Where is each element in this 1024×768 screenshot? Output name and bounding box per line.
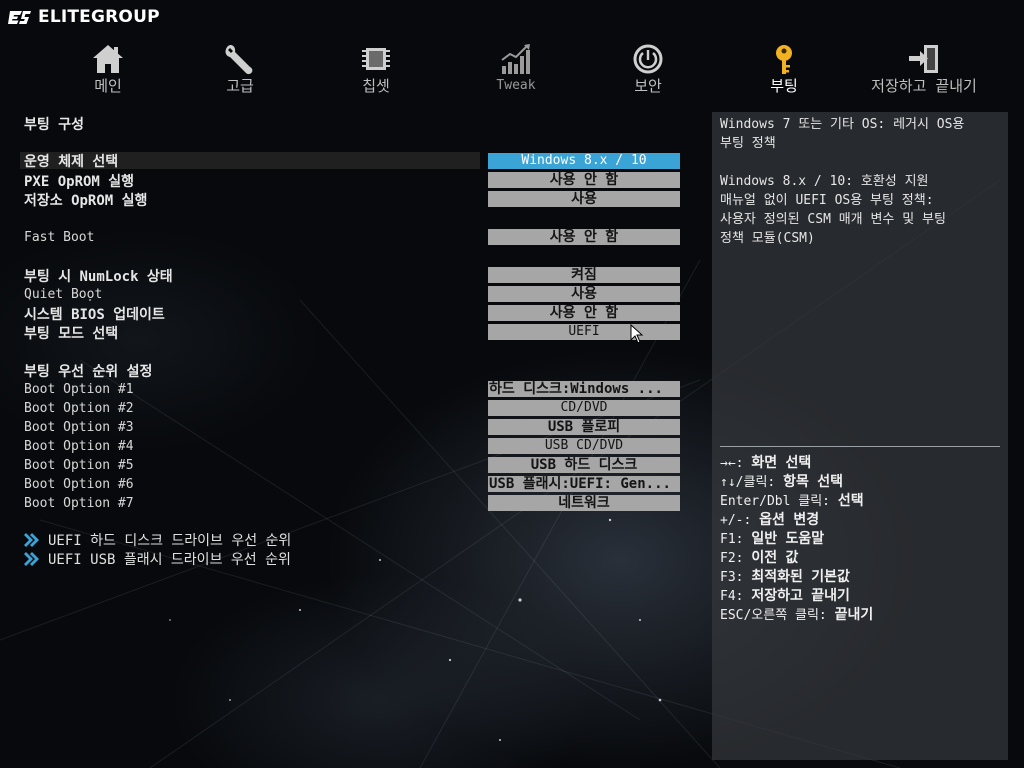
tab-chipset-label: 칩셋: [362, 77, 390, 95]
boot-option-5-label[interactable]: Boot Option #5: [24, 458, 134, 473]
boot-option-4-value[interactable]: USB CD/DVD: [488, 438, 680, 454]
key-legend-item: +/-: 옵션 변경: [720, 512, 820, 528]
top-nav: 메인 고급 칩셋 Tweak 보안 부팅 저장하고 끝내기: [0, 40, 1024, 100]
key-legend-item: F2: 이전 값: [720, 550, 799, 566]
quiet-boot-value[interactable]: 사용: [488, 286, 680, 302]
tab-chipset[interactable]: 칩셋: [316, 40, 436, 100]
tab-tweak-label: Tweak: [496, 78, 536, 93]
key-icon: [776, 45, 792, 74]
help-line: Windows 7 또는 기타 OS: 레거시 OS용: [720, 117, 965, 132]
bios-update-label[interactable]: 시스템 BIOS 업데이트: [24, 304, 165, 324]
tab-boot[interactable]: 부팅: [724, 40, 844, 100]
mouse-cursor-icon: [630, 324, 644, 344]
boot-option-1-label[interactable]: Boot Option #1: [24, 382, 134, 397]
boot-option-2-label[interactable]: Boot Option #2: [24, 401, 134, 416]
tab-save-exit-label: 저장하고 끝내기: [871, 77, 977, 95]
boot-mode-value[interactable]: UEFI: [488, 324, 680, 340]
power-lock-icon: [633, 44, 663, 74]
link-uefi-hdd-priority[interactable]: UEFI 하드 디스크 드라이브 우선 순위: [24, 531, 291, 549]
help-line: 정책 모듈(CSM): [720, 231, 815, 246]
boot-option-2-value[interactable]: CD/DVD: [488, 400, 680, 416]
boot-option-7-label[interactable]: Boot Option #7: [24, 496, 134, 511]
ecs-logo-mark-icon: [8, 11, 31, 24]
key-legend-item: F3: 최적화된 기본값: [720, 569, 850, 585]
link-uefi-hdd-priority-label: UEFI 하드 디스크 드라이브 우선 순위: [48, 533, 292, 549]
tab-security-label: 보안: [634, 77, 662, 95]
tab-save-exit[interactable]: 저장하고 끝내기: [864, 40, 984, 100]
tab-advanced-label: 고급: [226, 77, 254, 95]
os-select-value[interactable]: Windows 8.x / 10: [488, 153, 680, 169]
os-select-label[interactable]: 운영 체제 선택: [24, 151, 118, 171]
pxe-oprom-value[interactable]: 사용 안 함: [488, 172, 680, 188]
tab-security[interactable]: 보안: [588, 40, 708, 100]
tab-boot-label: 부팅: [770, 77, 798, 95]
key-legend-item: ESC/오른쪽 클릭: 끝내기: [720, 607, 874, 623]
ecs-logo: ELITEGROUP: [8, 6, 160, 28]
pxe-oprom-label[interactable]: PXE OpROM 실행: [24, 171, 134, 191]
bios-update-value[interactable]: 사용 안 함: [488, 305, 680, 321]
section-title-boot-priority: 부팅 우선 순위 설정: [24, 364, 153, 380]
tab-main[interactable]: 메인: [48, 40, 168, 100]
help-line: 사용자 정의된 CSM 매개 변수 및 부팅: [720, 212, 946, 227]
key-legend-item: F1: 일반 도움말: [720, 531, 825, 547]
help-line: 매뉴얼 없이 UEFI OS용 부팅 정책:: [720, 193, 934, 208]
fast-boot-label[interactable]: Fast Boot: [24, 230, 94, 245]
storage-oprom-label[interactable]: 저장소 OpROM 실행: [24, 190, 147, 210]
wrench-icon: [225, 44, 253, 75]
key-legend-item: F4: 저장하고 끝내기: [720, 588, 850, 604]
help-line: Windows 8.x / 10: 호환성 지원: [720, 174, 929, 189]
link-uefi-usb-priority-label: UEFI USB 플래시 드라이브 우선 순위: [48, 552, 291, 568]
numlock-label[interactable]: 부팅 시 NumLock 상태: [24, 266, 173, 286]
tab-main-label: 메인: [94, 77, 122, 95]
exit-door-icon: [909, 45, 938, 73]
storage-oprom-value[interactable]: 사용: [488, 191, 680, 207]
boot-option-3-value[interactable]: USB 플로피: [488, 419, 680, 435]
fast-boot-value[interactable]: 사용 안 함: [488, 229, 680, 245]
boot-option-7-value[interactable]: 네트워크: [488, 495, 680, 511]
link-uefi-usb-priority[interactable]: UEFI USB 플래시 드라이브 우선 순위: [24, 550, 291, 568]
boot-option-5-value[interactable]: USB 하드 디스크: [488, 457, 680, 473]
chart-icon: [501, 44, 530, 74]
double-chevron-right-icon: [24, 533, 39, 547]
chip-icon: [362, 48, 390, 70]
boot-mode-label[interactable]: 부팅 모드 선택: [24, 323, 118, 343]
help-line: 부팅 정책: [720, 136, 776, 151]
section-title-boot-config: 부팅 구성: [24, 117, 84, 133]
brand-name: ELITEGROUP: [38, 7, 160, 27]
boot-option-1-value[interactable]: 하드 디스크:Windows ...: [488, 381, 680, 397]
quiet-boot-label[interactable]: Quiet Boot: [24, 287, 102, 302]
home-icon: [93, 45, 123, 73]
numlock-value[interactable]: 켜짐: [488, 267, 680, 283]
key-legend: →←: 화면 선택 ↑↓/클릭: 항목 선택 Enter/Dbl 클릭: 선택 …: [720, 454, 873, 625]
boot-option-3-label[interactable]: Boot Option #3: [24, 420, 134, 435]
double-chevron-right-icon: [24, 552, 39, 566]
help-divider: [720, 446, 1000, 447]
key-legend-item: ↑↓/클릭: 항목 선택: [720, 474, 844, 490]
tab-tweak[interactable]: Tweak: [456, 40, 576, 100]
boot-option-4-label[interactable]: Boot Option #4: [24, 439, 134, 454]
boot-option-6-label[interactable]: Boot Option #6: [24, 477, 134, 492]
boot-option-6-value[interactable]: USB 플래시:UEFI: Gen...: [488, 476, 680, 492]
key-legend-item: Enter/Dbl 클릭: 선택: [720, 493, 864, 509]
key-legend-item: →←: 화면 선택: [720, 455, 812, 471]
help-panel: Windows 7 또는 기타 OS: 레거시 OS용 부팅 정책 Window…: [712, 112, 1008, 760]
tab-advanced[interactable]: 고급: [180, 40, 300, 100]
